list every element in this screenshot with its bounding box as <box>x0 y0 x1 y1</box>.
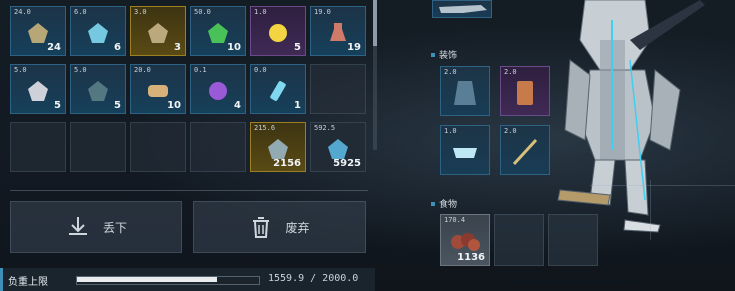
spear-icon <box>512 138 538 165</box>
item-weight: 170.4 <box>444 216 466 224</box>
inventory-slot[interactable]: 24.0 24 <box>10 6 66 56</box>
inventory-slot[interactable]: 592.5 5925 <box>310 122 366 172</box>
inventory-slot[interactable]: 19.0 19 <box>310 6 366 56</box>
food-slot[interactable]: 170.4 1136 <box>440 214 490 266</box>
item-weight: 50.0 <box>194 8 211 16</box>
visor-goggles-icon <box>453 147 477 158</box>
drop-button[interactable]: 丢下 <box>10 201 182 253</box>
item-quantity: 10 <box>227 42 241 53</box>
item-weight: 1.0 <box>254 8 267 16</box>
quartz-icon <box>28 80 48 101</box>
equipment-slot-weapon[interactable] <box>432 0 492 18</box>
decor-line <box>650 180 651 240</box>
inventory-slot[interactable]: 0.0 1 <box>250 64 306 114</box>
accessory-slot[interactable]: 1.0 <box>440 125 490 175</box>
item-quantity: 19 <box>347 42 361 53</box>
accessories-section-title: 装饰 <box>439 51 458 61</box>
scrap-metal-icon <box>148 22 168 43</box>
item-weight: 0.1 <box>194 66 207 74</box>
item-quantity: 24 <box>47 42 61 53</box>
item-weight: 1.0 <box>444 127 457 135</box>
character-armor-icon <box>557 0 705 233</box>
ore-pile-icon <box>88 80 108 101</box>
inventory-scrollbar-thumb[interactable] <box>373 0 377 46</box>
item-weight: 2.0 <box>504 68 517 76</box>
item-quantity: 5 <box>294 42 301 53</box>
inventory-slot[interactable]: 1.0 5 <box>250 6 306 56</box>
inventory-slot-empty[interactable] <box>130 122 186 172</box>
food-slot-empty[interactable] <box>494 214 544 266</box>
accessory-slot[interactable]: 2.0 <box>440 66 490 116</box>
item-weight: 19.0 <box>314 8 331 16</box>
meat-icon <box>451 233 480 251</box>
item-weight: 6.0 <box>74 8 87 16</box>
carry-weight-value: 1559.9 / 2000.0 <box>268 273 359 284</box>
item-weight: 5.0 <box>14 66 27 74</box>
item-quantity: 1 <box>294 100 301 111</box>
item-quantity: 4 <box>234 100 241 111</box>
drop-button-label: 丢下 <box>102 220 127 235</box>
inventory-slot-empty[interactable] <box>190 122 246 172</box>
accessory-slot[interactable]: 2.0 <box>500 125 550 175</box>
item-quantity: 6 <box>114 42 121 53</box>
inventory-slot-empty[interactable] <box>70 122 126 172</box>
accessory-slot[interactable]: 2.0 <box>500 66 550 116</box>
food-slot-empty[interactable] <box>548 214 598 266</box>
item-quantity: 1136 <box>457 252 485 263</box>
item-quantity: 2156 <box>273 158 301 169</box>
inventory-slot-empty[interactable] <box>10 122 66 172</box>
inventory-slot[interactable]: 5.0 5 <box>70 64 126 114</box>
item-weight: 2.0 <box>504 127 517 135</box>
inventory-slot-empty[interactable] <box>310 64 366 114</box>
item-weight: 3.0 <box>134 8 147 16</box>
crystal-shard-icon <box>88 22 108 43</box>
item-weight: 2.0 <box>444 68 457 76</box>
tarot-card-icon <box>517 80 533 105</box>
item-quantity: 3 <box>174 42 181 53</box>
section-marker <box>431 202 435 206</box>
item-quantity: 5 <box>54 100 61 111</box>
discard-button-label: 废弃 <box>285 220 310 235</box>
item-weight: 20.0 <box>134 66 151 74</box>
item-quantity: 5925 <box>333 158 361 169</box>
injector-icon <box>270 80 286 101</box>
item-weight: 24.0 <box>14 8 31 16</box>
inventory-slot[interactable]: 50.0 10 <box>190 6 246 56</box>
armor-suit-icon <box>454 80 476 105</box>
rifle-icon <box>439 5 487 13</box>
item-weight: 592.5 <box>314 124 336 132</box>
inventory-slot[interactable]: 20.0 10 <box>130 64 186 114</box>
inventory-slot[interactable]: 5.0 5 <box>10 64 66 114</box>
carry-weight-label: 负重上限 <box>8 277 48 288</box>
discard-button[interactable]: 废弃 <box>193 201 366 253</box>
decor-line <box>590 185 735 186</box>
carry-weight-fill <box>77 277 217 282</box>
inventory-slot[interactable]: 0.1 4 <box>190 64 246 114</box>
energy-orb-icon <box>269 23 287 42</box>
item-quantity: 10 <box>167 100 181 111</box>
purple-orb-icon <box>209 81 227 100</box>
item-weight: 0.0 <box>254 66 267 74</box>
item-weight: 215.6 <box>254 124 276 132</box>
download-icon <box>68 217 87 235</box>
character-preview <box>530 0 735 245</box>
divider <box>10 190 368 191</box>
inventory-slot[interactable]: 6.0 6 <box>70 6 126 56</box>
item-quantity: 5 <box>114 100 121 111</box>
food-section-title: 食物 <box>439 200 458 210</box>
inventory-slot[interactable]: 3.0 3 <box>130 6 186 56</box>
trash-icon <box>253 217 270 238</box>
carry-weight-accent <box>0 268 3 291</box>
section-marker <box>431 53 435 57</box>
inventory-slot[interactable]: 215.6 2156 <box>250 122 306 172</box>
item-weight: 5.0 <box>74 66 87 74</box>
